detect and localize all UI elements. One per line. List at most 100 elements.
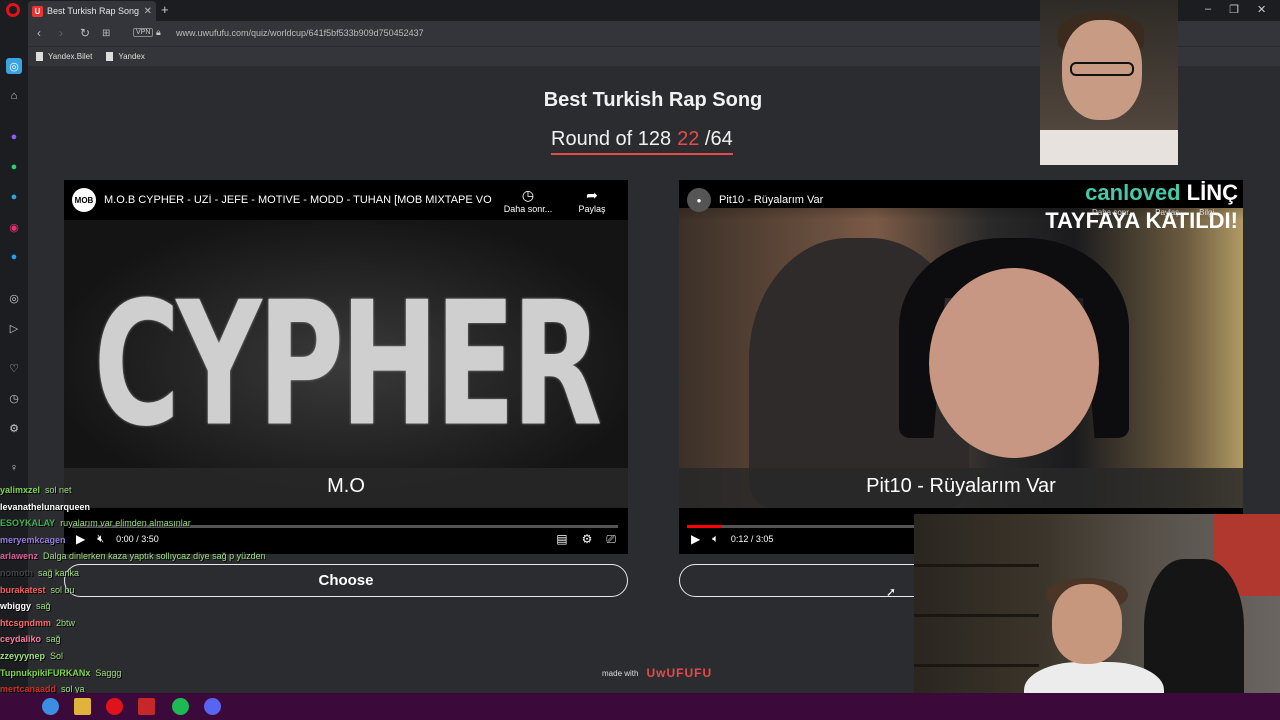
watch-later-button[interactable]: ◷ Daha sonr... (500, 187, 556, 214)
right-video-player[interactable]: ● Pit10 - Rüyalarım Var Pit10 - Rüyaları… (679, 180, 1243, 554)
playback-controls: ▶ 🔈︎ 0:12 / 3:05 (691, 532, 773, 546)
chat-username[interactable]: yalimxzel (0, 485, 40, 495)
page-icon (36, 52, 43, 61)
aria-icon[interactable]: ◎ (6, 58, 22, 74)
close-window-icon[interactable]: ✕ (1257, 3, 1266, 16)
time-display: 0:12 / 3:05 (730, 534, 774, 544)
mouse-cursor-icon: ➚ (886, 585, 897, 599)
chat-message: burakatest sol bu (0, 582, 320, 599)
channel-avatar[interactable]: MOB (72, 188, 96, 212)
bookmark-yandex-bilet[interactable]: Yandex.Bilet (36, 52, 92, 61)
chat-username[interactable]: arlawenz (0, 551, 38, 561)
lock-icon: 🔒︎ (156, 27, 161, 37)
alert-username: canloved (1085, 180, 1181, 205)
tabs-grid-icon[interactable]: ⊞ (102, 28, 110, 39)
maximize-icon[interactable]: ❐ (1229, 3, 1239, 16)
taskbar (0, 693, 1280, 720)
player-icon[interactable]: ◎ (6, 290, 22, 306)
back-icon[interactable]: ‹ (37, 26, 41, 40)
captions-icon[interactable]: ▤ (556, 532, 567, 547)
chat-username[interactable]: htcsgndmm (0, 618, 51, 628)
chat-text: sol net (45, 485, 72, 495)
opera-logo-icon[interactable] (6, 3, 20, 17)
share-label[interactable]: Paylaş (1155, 208, 1179, 217)
chat-message: wbiggy sağ (0, 598, 320, 615)
chat-username[interactable]: zzeyyynep (0, 651, 45, 661)
share-icon: ➦ (586, 186, 598, 203)
vpn-badge[interactable]: VPN (133, 28, 154, 37)
page-icon (106, 52, 114, 61)
chat-username[interactable]: wbiggy (0, 601, 31, 611)
heart-icon[interactable]: ♡ (6, 360, 22, 376)
chat-text: sağ (46, 634, 61, 645)
round-label: Round of 128 (551, 128, 672, 150)
video-caption: Pit10 - Rüyalarım Var (679, 468, 1243, 508)
volume-icon[interactable]: 🔈︎ (712, 533, 719, 546)
reload-icon[interactable]: ↻ (80, 26, 90, 40)
chat-message: ceydaliko sağ (0, 631, 320, 648)
edge-icon[interactable] (42, 698, 59, 715)
cypher-thumbnail: CYPHER (64, 220, 628, 507)
cast-icon[interactable]: ⎚ (606, 532, 616, 547)
chat-text: sağ kanka (38, 567, 80, 578)
chat-message: htcsgndmm 2btw (0, 615, 320, 632)
close-tab-icon[interactable]: ✕ (144, 6, 152, 17)
telegram-icon[interactable]: ● (6, 189, 22, 205)
webcam-bottom (914, 514, 1280, 720)
chat-username[interactable]: ESOYKALAY (0, 518, 55, 528)
chat-message: nomoth sağ kanka (0, 565, 320, 582)
video-title[interactable]: M.O.B CYPHER - UZİ - JEFE - MOTIVE - MOD… (104, 194, 492, 206)
twitter-icon[interactable]: ● (6, 249, 22, 265)
settings-gear-icon[interactable]: ⚙ (582, 532, 593, 547)
stream-chat: yalimxzel sol net levanathelunarqueen ESOYK… (0, 482, 320, 714)
music-video-frame (679, 208, 1243, 508)
settings-icon[interactable]: ⚙ (6, 420, 22, 436)
chat-username[interactable]: ceydaliko (0, 634, 41, 644)
watch-later-label[interactable]: Daha sonr... (1092, 208, 1135, 217)
new-tab-icon[interactable]: + (161, 2, 169, 17)
uwufufu-logo[interactable]: UwUFUFU (646, 666, 712, 680)
chat-text: Sol (50, 650, 64, 661)
send-icon[interactable]: ▷ (6, 320, 22, 336)
clock-icon: ◷ (521, 186, 535, 203)
bulb-icon[interactable]: ♀ (6, 460, 22, 476)
minimize-icon[interactable]: – (1205, 3, 1211, 16)
chat-message: TupnukpikiFURKANx Saggg (0, 665, 320, 682)
footer-credit: made with UwUFUFU (602, 666, 712, 680)
chat-message: arlawenz Dalga dinlerken kaza yaptık soll… (0, 548, 320, 565)
tab-favicon-icon: U (32, 5, 43, 17)
instagram-icon[interactable]: ◉ (6, 219, 22, 235)
webcam-top (1040, 0, 1178, 165)
discord-icon[interactable] (204, 698, 221, 715)
chat-username[interactable]: meryemkcagen (0, 535, 66, 545)
chat-username[interactable]: nomoth (0, 568, 33, 578)
window-controls: – ❐ ✕ (1205, 3, 1266, 16)
chat-username[interactable]: TupnukpikiFURKANx (0, 668, 90, 678)
chat-message: ESOYKALAY ruyalarım var elimden almasınla… (0, 515, 320, 532)
cypher-art-text: CYPHER (93, 263, 603, 464)
share-button[interactable]: ➦ Paylaş (564, 187, 620, 214)
browser-tab[interactable]: U Best Turkish Rap Song ✕ (28, 1, 156, 21)
info-label[interactable]: Bilgi (1199, 208, 1214, 217)
history-icon[interactable]: ◷ (6, 390, 22, 406)
round-current: 22 (677, 128, 700, 150)
opera-taskbar-icon[interactable] (106, 698, 123, 715)
play-icon[interactable]: ▶ (691, 532, 700, 546)
folder-icon[interactable] (74, 698, 91, 715)
stream-alert: canloved LİNÇ TAYFAYA KATILDI! (983, 180, 1238, 234)
chat-username[interactable]: levanathelunarqueen (0, 502, 90, 512)
whatsapp-icon[interactable]: ● (6, 159, 22, 175)
round-total: /64 (704, 128, 733, 150)
forward-icon[interactable]: › (59, 26, 63, 40)
channel-avatar[interactable]: ● (687, 188, 711, 212)
chat-text: ruyalarım var elimden almasınlar (60, 518, 191, 529)
chat-username[interactable]: burakatest (0, 585, 46, 595)
bookmark-yandex[interactable]: Yandex (106, 52, 145, 61)
app-taskbar-icon[interactable] (138, 698, 155, 715)
messenger-icon[interactable]: ● (6, 129, 22, 145)
chat-message: meryemkcagen (0, 532, 320, 549)
round-indicator: Round of 128 22 /64 (551, 128, 733, 155)
url-field[interactable]: www.uwufufu.com/quiz/worldcup/641f5bf533… (176, 28, 424, 38)
video-header: MOB M.O.B CYPHER - UZİ - JEFE - MOTIVE -… (64, 180, 628, 220)
spotify-icon[interactable] (172, 698, 189, 715)
